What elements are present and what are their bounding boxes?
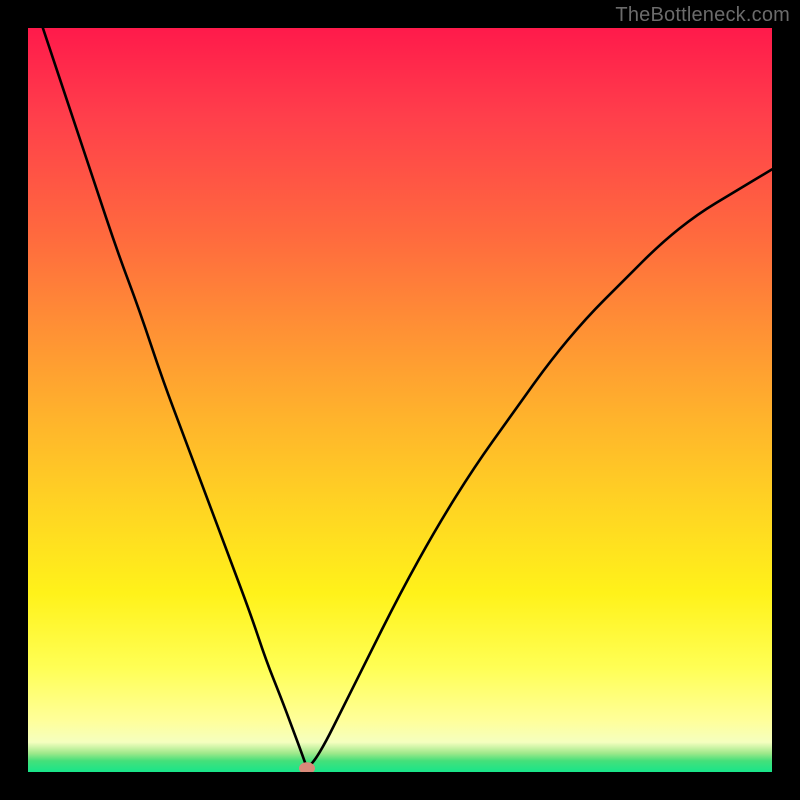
plot-background-gradient: [28, 28, 772, 772]
watermark-text: TheBottleneck.com: [615, 4, 790, 27]
chart-frame: TheBottleneck.com: [0, 0, 800, 800]
